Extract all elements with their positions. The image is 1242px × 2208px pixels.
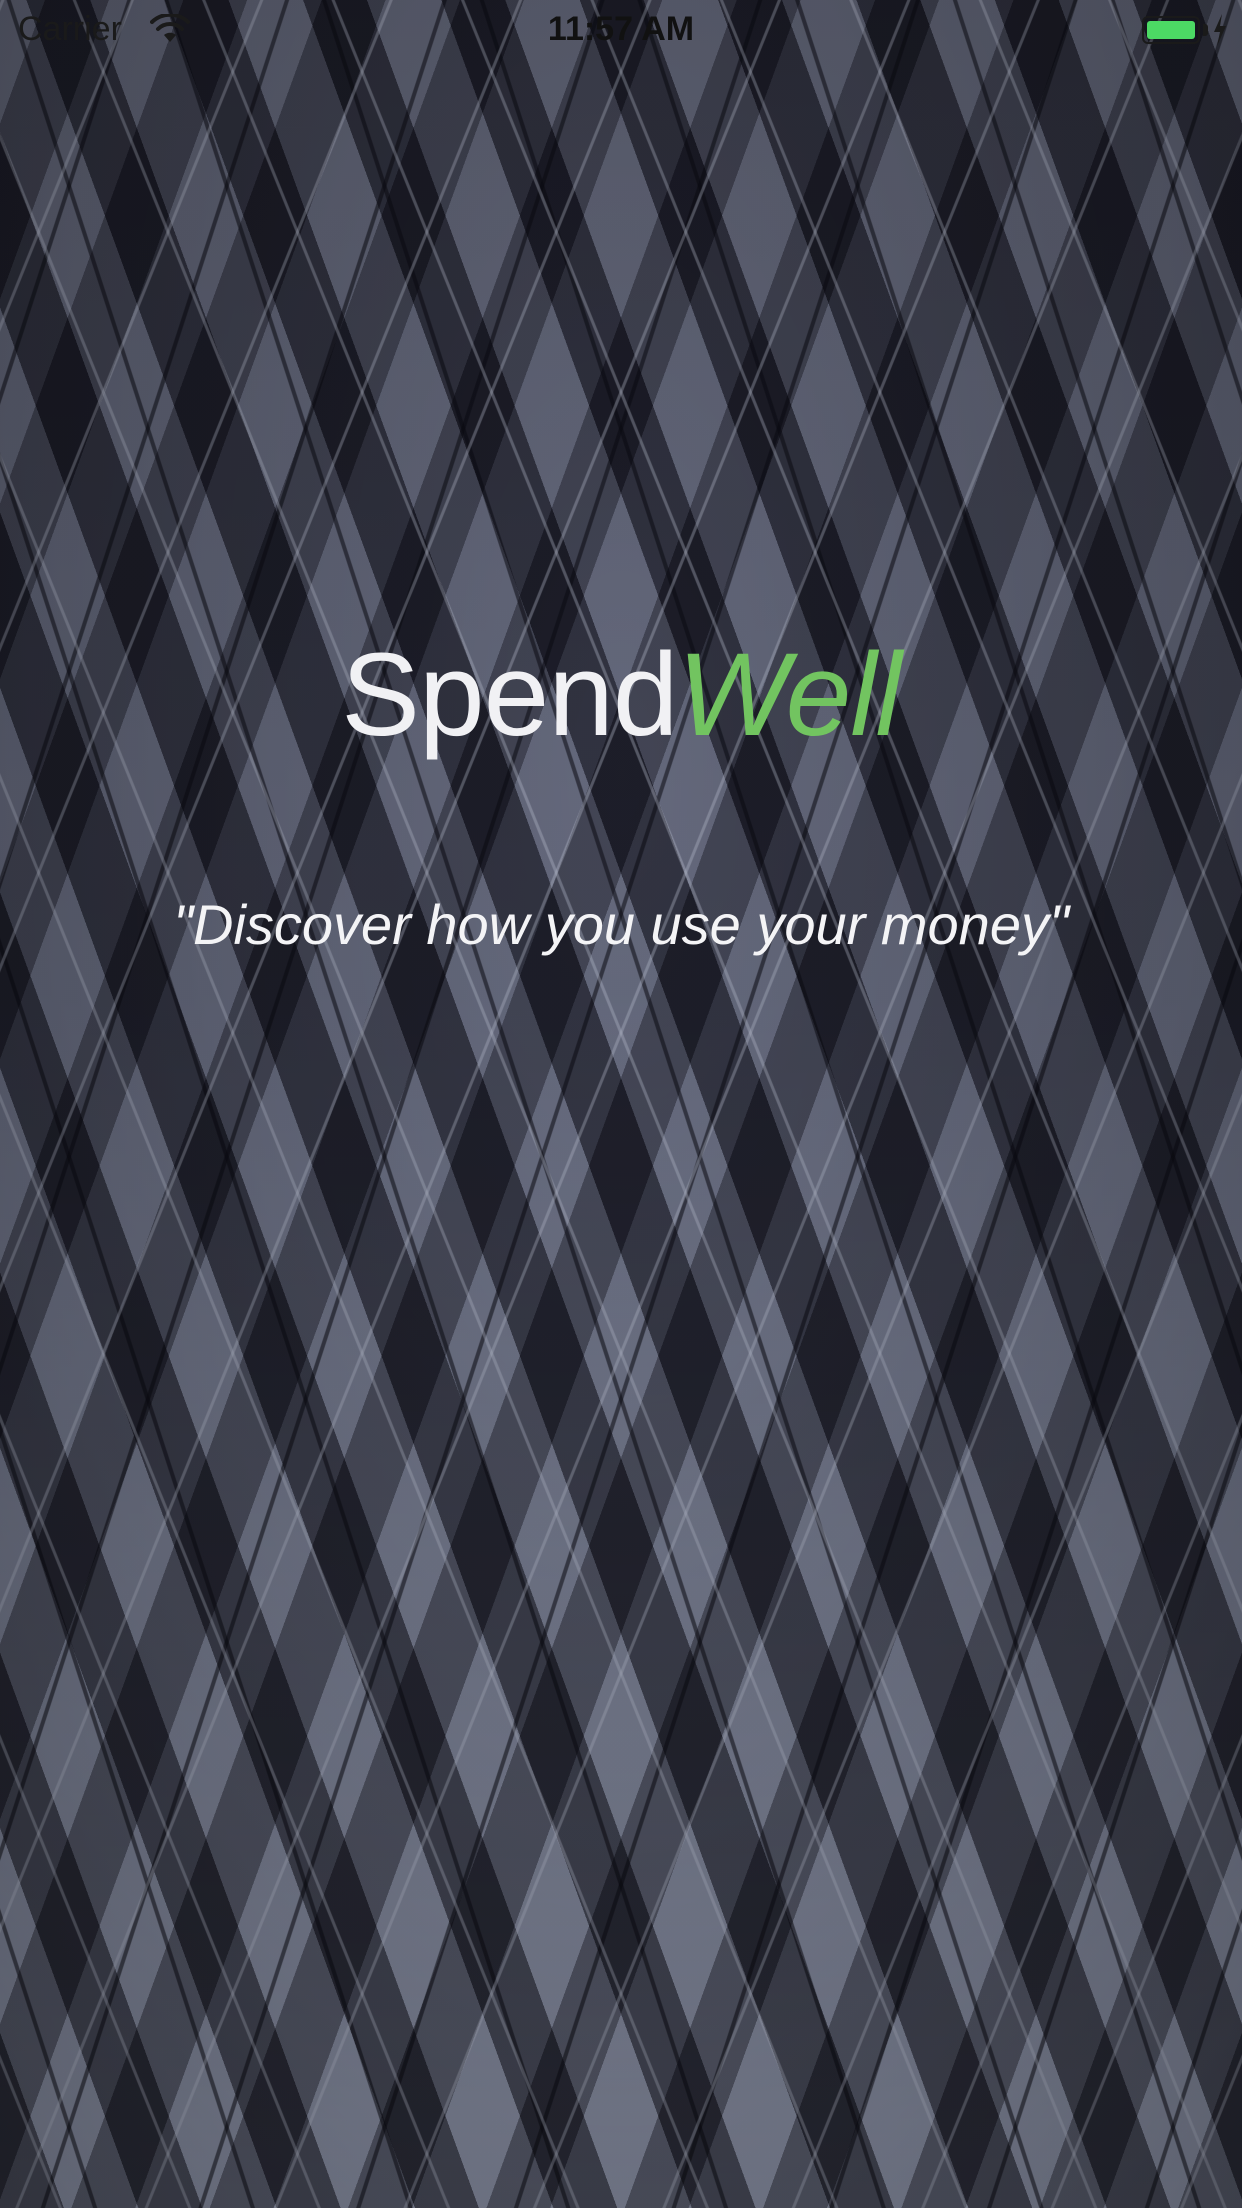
status-time: 11:57 AM: [547, 10, 695, 48]
battery-tip: [1203, 24, 1208, 36]
tagline: "Discover how you use your money": [173, 893, 1069, 956]
logo-well-text: Well: [677, 629, 901, 761]
app-logo: SpendWell: [0, 625, 1242, 765]
charging-bolt-icon: [1214, 14, 1226, 46]
battery-icon: [1142, 16, 1200, 44]
status-bar: Carrier 11:57 AM: [0, 0, 1242, 60]
splash-screen: Carrier 11:57 AM SpendWell "Discover how…: [0, 0, 1242, 2208]
background-vignette: [0, 0, 1242, 2208]
logo-spend-text: Spend: [341, 629, 678, 761]
battery-level: [1147, 21, 1195, 39]
